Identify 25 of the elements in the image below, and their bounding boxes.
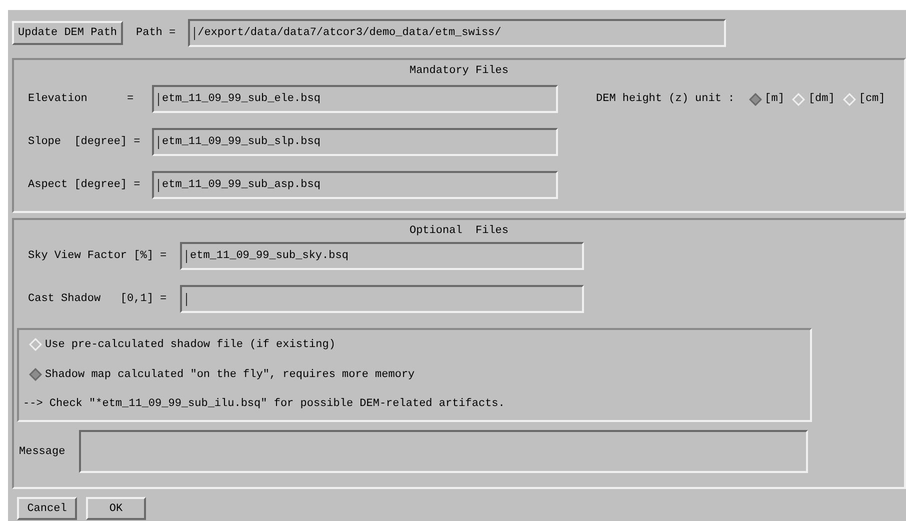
text-field[interactable] <box>180 285 584 313</box>
path-label: Path = <box>136 27 176 39</box>
message-label: Message <box>19 446 66 458</box>
unit-label: DEM height (z) unit : <box>596 93 735 105</box>
radio-button[interactable]: [dm] <box>792 92 835 106</box>
text-field[interactable]: etm_11_09_99_sub_slp.bsq <box>152 128 558 156</box>
field-label: Elevation = <box>28 93 135 105</box>
field-label: Slope [degree] = <box>28 136 142 148</box>
note-text: --> Check "*etm_11_09_99_sub_ilu.bsq" for possible DEM-related artifacts. <box>22 398 506 410</box>
update-button[interactable]: Update DEM Path <box>12 21 123 45</box>
radio-button[interactable]: [m] <box>748 92 784 106</box>
section-title: Optional Files <box>408 224 510 239</box>
field-label: Sky View Factor [%] = <box>28 250 168 262</box>
radio-button[interactable]: Use pre-calculated shadow file (if existing) <box>29 338 810 351</box>
text-field[interactable]: etm_11_09_99_sub_sky.bsq <box>180 242 584 270</box>
radio-button[interactable]: Shadow map calculated "on the fly", requires more memory <box>29 368 810 381</box>
radio-button[interactable]: [cm] <box>842 92 886 106</box>
section-title: Mandatory Files <box>408 64 510 79</box>
text-field[interactable]: etm_11_09_99_sub_ele.bsq <box>152 85 558 113</box>
text-field[interactable]: etm_11_09_99_sub_asp.bsq <box>152 171 558 199</box>
field-label: Cast Shadow [0,1] = <box>28 293 168 305</box>
field-label: Aspect [degree] = <box>28 179 142 191</box>
text-field[interactable]: /export/data/data7/atcor3/demo_data/etm_swiss/ <box>188 19 726 47</box>
dialog-button[interactable]: OK <box>86 497 146 520</box>
dialog-button[interactable]: Cancel <box>17 497 77 520</box>
